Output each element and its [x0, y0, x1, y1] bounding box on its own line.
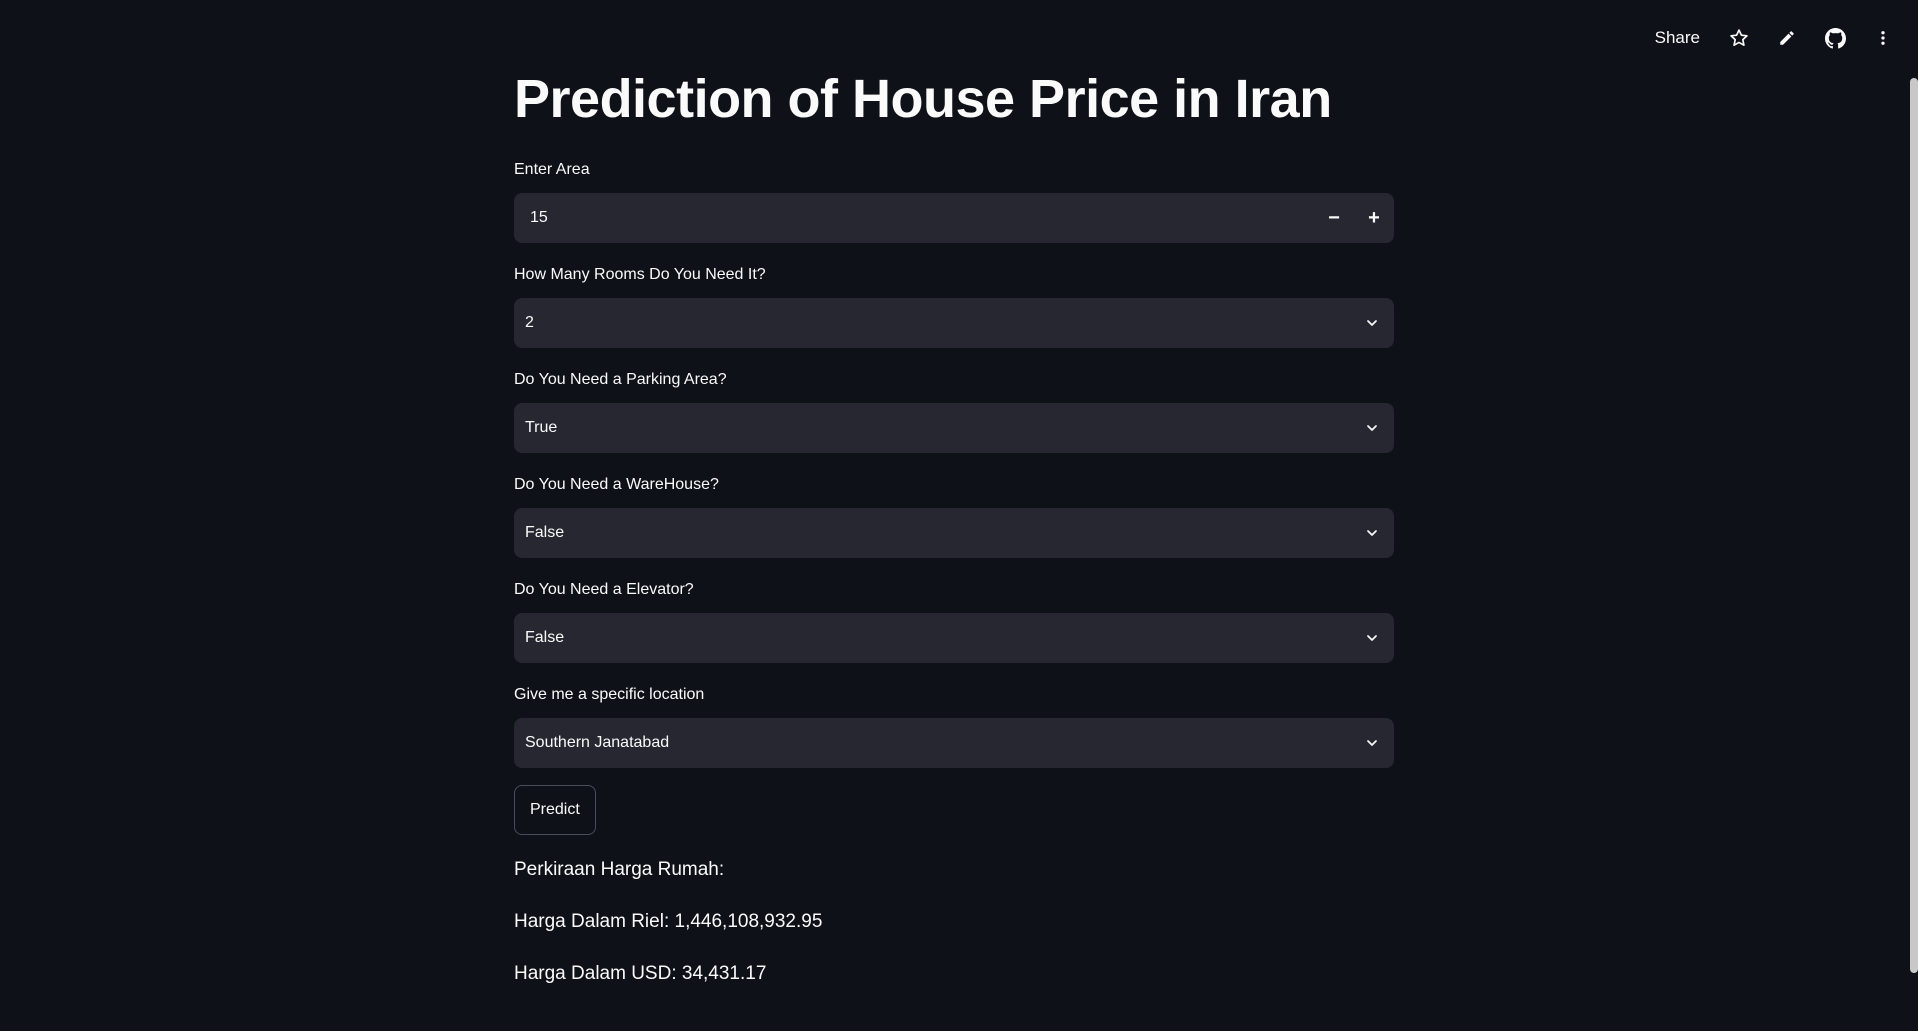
parking-field: Do You Need a Parking Area? True	[514, 369, 1394, 453]
area-value[interactable]: 15	[514, 209, 1314, 227]
warehouse-field: Do You Need a WareHouse? False	[514, 474, 1394, 558]
more-vertical-icon[interactable]	[1872, 27, 1894, 49]
elevator-label: Do You Need a Elevator?	[514, 581, 694, 598]
increment-button[interactable]: +	[1354, 193, 1394, 243]
location-label: Give me a specific location	[514, 686, 705, 703]
chevron-down-icon[interactable]	[1350, 403, 1394, 453]
chevron-down-icon[interactable]	[1350, 298, 1394, 348]
warehouse-select[interactable]: False	[514, 508, 1394, 558]
area-stepper: − +	[1314, 193, 1394, 243]
chevron-down-icon[interactable]	[1350, 508, 1394, 558]
chevron-down-icon[interactable]	[1350, 613, 1394, 663]
rooms-selected-value: 2	[525, 314, 534, 331]
rooms-label: How Many Rooms Do You Need It?	[514, 266, 766, 283]
elevator-selected-value: False	[525, 629, 565, 646]
result-riel: Harga Dalam Riel: 1,446,108,932.95	[514, 911, 823, 932]
decrement-button[interactable]: −	[1314, 193, 1354, 243]
area-field: Enter Area 15 − +	[514, 159, 1394, 243]
location-field: Give me a specific location Southern Jan…	[514, 684, 1394, 768]
predict-button[interactable]: Predict	[514, 785, 596, 835]
share-button[interactable]: Share	[1655, 28, 1700, 48]
star-icon[interactable]	[1728, 27, 1750, 49]
parking-select[interactable]: True	[514, 403, 1394, 453]
pencil-icon[interactable]	[1776, 27, 1798, 49]
location-selected-value: Southern Janatabad	[525, 734, 670, 751]
github-icon[interactable]	[1824, 27, 1846, 49]
rooms-field: How Many Rooms Do You Need It? 2	[514, 264, 1394, 348]
result-heading: Perkiraan Harga Rumah:	[514, 859, 725, 880]
warehouse-label: Do You Need a WareHouse?	[514, 476, 719, 493]
warehouse-selected-value: False	[525, 524, 565, 541]
rooms-select[interactable]: 2	[514, 298, 1394, 348]
location-select[interactable]: Southern Janatabad	[514, 718, 1394, 768]
parking-selected-value: True	[525, 419, 558, 436]
result-usd: Harga Dalam USD: 34,431.17	[514, 963, 767, 984]
app-toolbar: Share	[1655, 22, 1894, 54]
area-number-input[interactable]: 15 − +	[514, 193, 1394, 243]
chevron-down-icon[interactable]	[1350, 718, 1394, 768]
page-title: Prediction of House Price in Iran	[514, 69, 1332, 129]
elevator-select[interactable]: False	[514, 613, 1394, 663]
parking-label: Do You Need a Parking Area?	[514, 371, 727, 388]
page-scrollbar[interactable]	[1910, 78, 1918, 973]
elevator-field: Do You Need a Elevator? False	[514, 579, 1394, 663]
area-label: Enter Area	[514, 161, 590, 178]
